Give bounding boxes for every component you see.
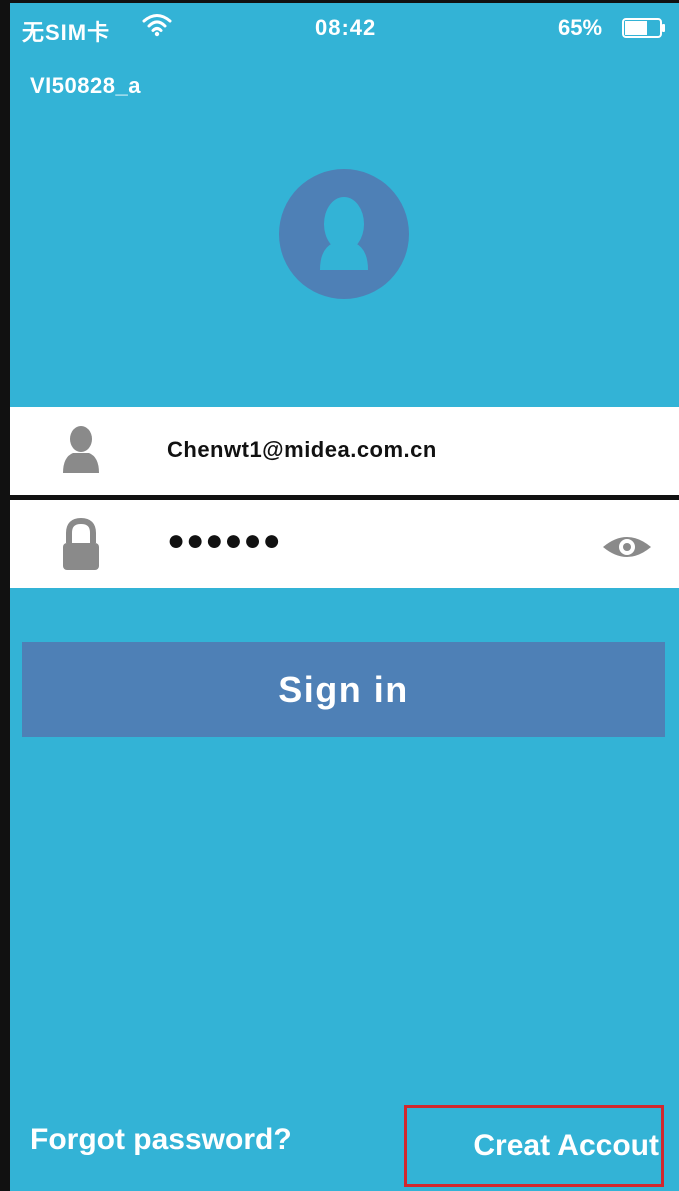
lock-icon (58, 517, 104, 577)
email-input[interactable]: Chenwt1@midea.com.cn (167, 437, 437, 463)
status-bar: 无SIM卡 08:42 65% (10, 3, 679, 61)
create-account-link[interactable]: Creat Accout (404, 1105, 664, 1187)
password-field[interactable]: ●●●●●● (10, 500, 679, 588)
create-account-label: Creat Accout (473, 1129, 659, 1162)
wifi-icon (142, 13, 172, 43)
username-field[interactable]: Chenwt1@midea.com.cn (10, 407, 679, 495)
app-title: VI50828_a (30, 73, 141, 98)
forgot-password-link[interactable]: Forgot password? (30, 1123, 292, 1157)
sign-in-button[interactable]: Sign in (22, 642, 665, 737)
login-screen: 无SIM卡 08:42 65% VI50828_a Chenwt1@midea.… (0, 0, 679, 1191)
password-input[interactable]: ●●●●●● (167, 524, 282, 558)
battery-icon (622, 18, 666, 38)
clock: 08:42 (315, 15, 377, 40)
carrier-label: 无SIM卡 (22, 20, 111, 45)
battery-percent: 65% (558, 15, 603, 40)
user-icon (58, 425, 104, 480)
eye-icon[interactable] (600, 532, 654, 567)
user-silhouette-icon (279, 169, 409, 299)
